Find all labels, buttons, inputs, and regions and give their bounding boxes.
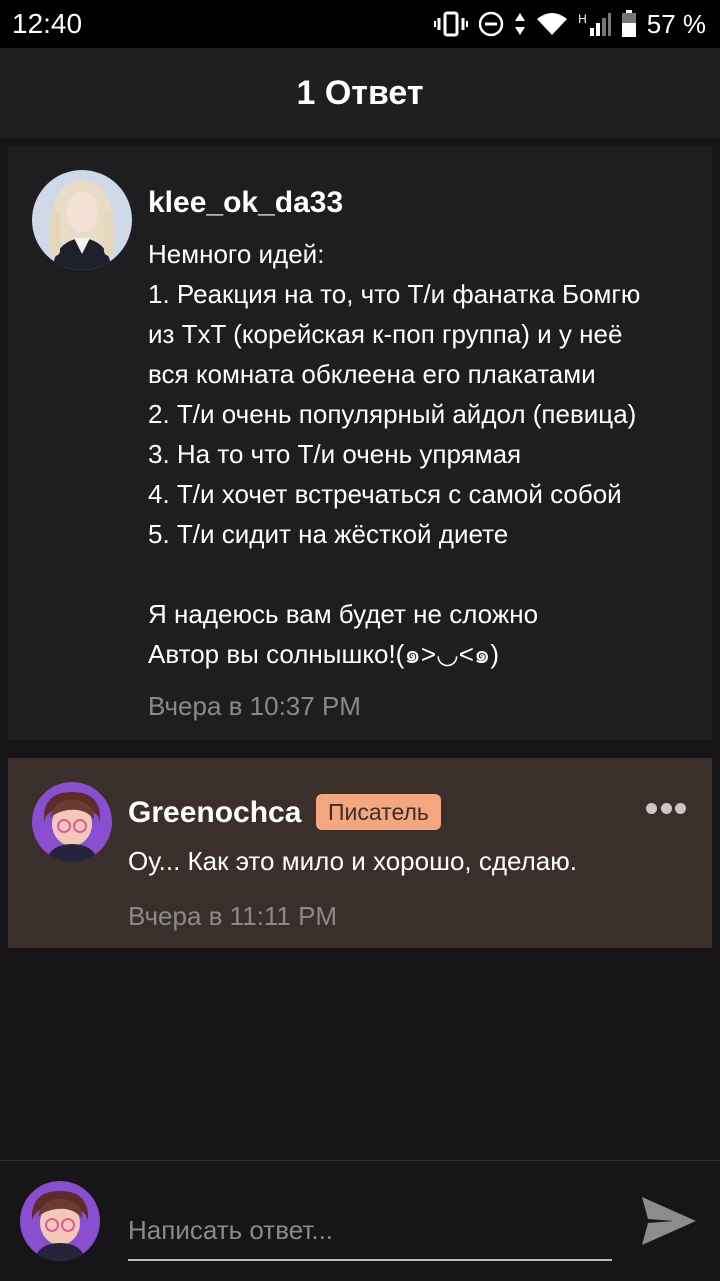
comment-line: вся комната обклеена его плакатами (148, 359, 596, 389)
status-bar: 12:40 H 57 % (0, 0, 720, 48)
network-type-label: H (578, 12, 587, 26)
vibrate-icon (434, 11, 469, 37)
comment-line: Автор вы солнышко!(๑>◡<๑) (148, 639, 500, 669)
comment-line: 3. На то что Т/и очень упрямая (148, 439, 522, 469)
reply-author[interactable]: Greenochca (128, 796, 301, 830)
compose-bar (0, 1160, 720, 1281)
app-header: 1 Ответ (0, 48, 720, 138)
comment-line: Немного идей: (148, 239, 325, 269)
comment-line: 2. Т/и очень популярный айдол (певица) (148, 399, 637, 429)
comment-line: 1. Реакция на то, что Т/и фанатка Бомгю (148, 279, 641, 309)
signal-icon: H (578, 12, 611, 36)
comment-timestamp: Вчера в 10:37 PM (148, 691, 361, 721)
dnd-icon (478, 11, 504, 37)
status-time: 12:40 (12, 8, 83, 39)
reply-timestamp: Вчера в 11:11 PM (128, 901, 338, 931)
battery-percent: 57 % (646, 8, 706, 39)
comment-line: из TxT (корейская к-поп группа) и у неё (148, 319, 623, 349)
comment-line: Я надеюсь вам будет не сложно (148, 599, 539, 629)
page-title: 1 Ответ (296, 73, 424, 112)
comment-author[interactable]: klee_ok_da33 (148, 186, 343, 220)
reply-input[interactable] (128, 1201, 612, 1261)
comment-body: Немного идей: 1. Реакция на то, что Т/и … (148, 234, 708, 674)
comment-line: 4. Т/и хочет встречаться с самой собой (148, 479, 622, 509)
original-comment-card: klee_ok_da33 Немного идей: 1. Реакция на… (8, 146, 712, 740)
comment-line-blank (148, 554, 708, 594)
status-icons: H 57 % (434, 8, 706, 40)
more-options-icon[interactable] (646, 798, 686, 818)
avatar[interactable] (32, 782, 112, 862)
wifi-icon (536, 12, 568, 36)
reply-card: Greenochca Писатель Оу... Как это мило и… (8, 758, 712, 948)
avatar[interactable] (32, 170, 132, 270)
battery-icon (621, 10, 637, 38)
avatar (20, 1181, 100, 1261)
writer-badge: Писатель (316, 794, 441, 830)
comment-line: 5. Т/и сидит на жёсткой диете (148, 519, 509, 549)
send-icon[interactable] (640, 1193, 698, 1249)
data-arrows-icon (514, 11, 526, 37)
reply-body: Оу... Как это мило и хорошо, сделаю. (128, 846, 577, 876)
